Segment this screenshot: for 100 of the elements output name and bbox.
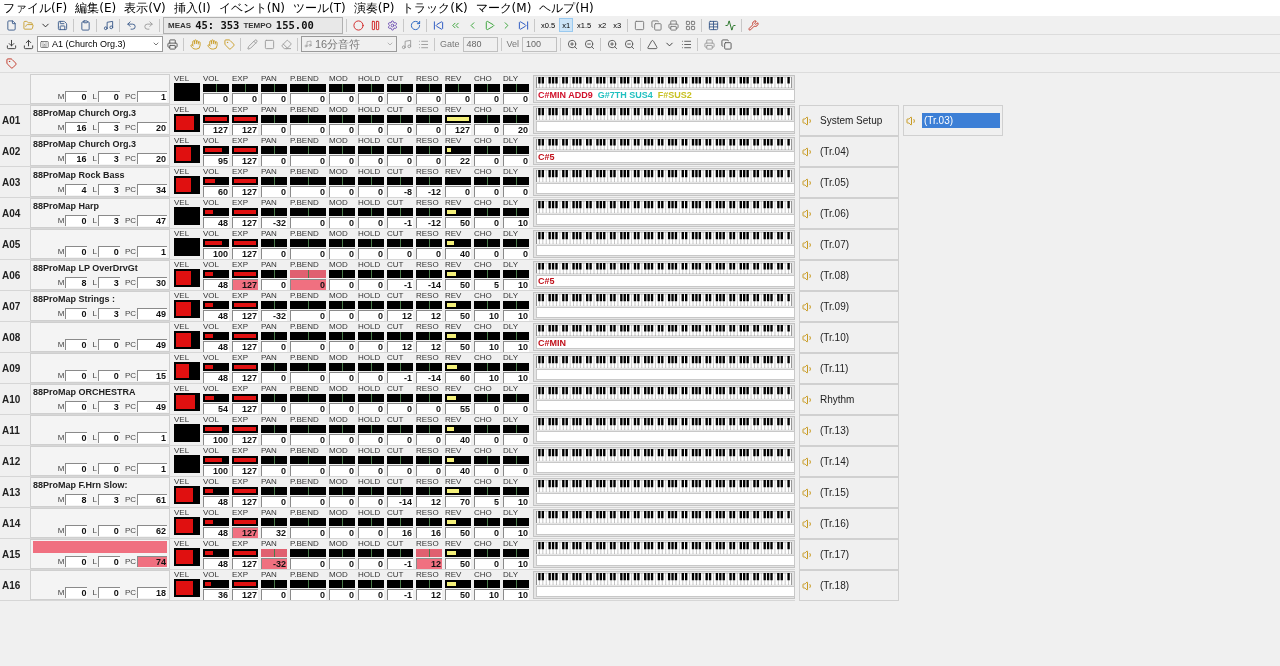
bank-value: 15 bbox=[137, 369, 167, 381]
meter-value: 0 bbox=[503, 93, 529, 104]
meter-label: PAN bbox=[261, 291, 278, 300]
meter-value: 0 bbox=[329, 279, 355, 290]
meter-track bbox=[387, 549, 413, 557]
meter-track bbox=[474, 549, 500, 557]
menu-item[interactable]: 挿入(I) bbox=[173, 0, 211, 17]
meter-track bbox=[387, 518, 413, 526]
track-button[interactable]: (Tr.11) bbox=[799, 353, 899, 384]
bank-label: PC bbox=[124, 153, 136, 163]
meter-label: MOD bbox=[329, 229, 349, 238]
speaker-icon bbox=[802, 145, 814, 158]
meter-track bbox=[261, 580, 287, 588]
meter-value: 12 bbox=[416, 341, 442, 352]
menu-item[interactable]: ヘルプ(H) bbox=[539, 0, 594, 17]
menu-item[interactable]: 演奏(P) bbox=[353, 0, 395, 17]
meter-track bbox=[445, 177, 471, 185]
meter-track bbox=[474, 208, 500, 216]
meter-track bbox=[474, 518, 500, 526]
menu-item[interactable]: マーク(M) bbox=[475, 0, 532, 17]
meter-label: RESO bbox=[416, 322, 440, 331]
port-label: A08 bbox=[1, 331, 22, 343]
track-button[interactable]: (Tr.16) bbox=[799, 508, 899, 539]
record-button[interactable] bbox=[350, 17, 366, 33]
meter-value: 0 bbox=[474, 217, 500, 228]
track-button[interactable]: Rhythm bbox=[799, 384, 899, 415]
bank-label: PC bbox=[124, 122, 136, 132]
track-button[interactable]: (Tr.13) bbox=[799, 415, 899, 446]
track-button[interactable]: (Tr.07) bbox=[799, 229, 899, 260]
copy-button[interactable] bbox=[718, 36, 735, 52]
meter-track bbox=[261, 84, 287, 92]
velocity-meter bbox=[174, 424, 200, 442]
meter-button[interactable] bbox=[722, 17, 739, 33]
bank-value: 3 bbox=[97, 276, 120, 288]
meter-value: 100 bbox=[203, 434, 229, 445]
menu-item[interactable]: ファイル(F) bbox=[3, 0, 68, 17]
meter-value: 127 bbox=[232, 248, 258, 259]
meter-value: 10 bbox=[503, 558, 529, 569]
menu-item[interactable]: イベント(N) bbox=[218, 0, 286, 17]
meter-track bbox=[261, 487, 287, 495]
chord-label: F#SUS2 bbox=[657, 90, 692, 100]
hand-button[interactable] bbox=[187, 36, 203, 52]
menu-item[interactable]: 表示(V) bbox=[124, 0, 166, 17]
track-button[interactable]: (Tr.04) bbox=[799, 136, 899, 167]
track-button[interactable]: (Tr.03) bbox=[903, 105, 1003, 136]
track-button[interactable]: System Setup bbox=[799, 105, 899, 136]
meter-value: 0 bbox=[358, 248, 384, 259]
meter-label: CHO bbox=[474, 198, 493, 207]
menu-item[interactable]: ツール(T) bbox=[293, 0, 346, 17]
printer-button[interactable] bbox=[164, 36, 180, 52]
pencil-button[interactable] bbox=[244, 36, 260, 52]
meter-value: 0 bbox=[503, 186, 529, 197]
meter-label: P.BEND bbox=[290, 291, 320, 300]
copy-button[interactable] bbox=[648, 17, 665, 33]
port-label: A10 bbox=[1, 393, 22, 405]
hand-point-button[interactable] bbox=[204, 36, 220, 52]
meter-label: MOD bbox=[329, 384, 349, 393]
meter-label: MOD bbox=[329, 198, 349, 207]
meter-track bbox=[503, 363, 529, 371]
port-label: A04 bbox=[1, 207, 22, 219]
meter-track bbox=[474, 363, 500, 371]
meter-label: EXP bbox=[232, 198, 249, 207]
meter-track bbox=[358, 363, 384, 371]
wrench-button[interactable] bbox=[745, 17, 762, 33]
instrument-name: 88ProMap Rock Bass bbox=[33, 170, 125, 180]
meter-label: CUT bbox=[387, 508, 405, 517]
print-button[interactable] bbox=[665, 17, 682, 33]
bank-label: PC bbox=[124, 339, 136, 349]
track-button[interactable]: (Tr.05) bbox=[799, 167, 899, 198]
meter-track bbox=[261, 518, 287, 526]
menu-item[interactable]: 編集(E) bbox=[75, 0, 117, 17]
track-button[interactable]: (Tr.17) bbox=[799, 539, 899, 570]
meter-value: 95 bbox=[203, 155, 229, 166]
meter-track bbox=[358, 115, 384, 123]
speaker-icon bbox=[802, 300, 814, 313]
meter-label: VEL bbox=[174, 384, 191, 393]
meter-label: CHO bbox=[474, 260, 493, 269]
bank-label: L bbox=[92, 401, 97, 411]
meter-icon bbox=[724, 19, 736, 31]
track-button[interactable]: (Tr.06) bbox=[799, 198, 899, 229]
meter-track bbox=[474, 332, 500, 340]
meter-value: 0 bbox=[203, 93, 229, 104]
meter-track bbox=[474, 146, 500, 154]
menu-item[interactable]: トラック(K) bbox=[402, 0, 468, 17]
port-select[interactable]: A1 (Church Org.3) bbox=[37, 36, 163, 52]
meter-label: P.BEND bbox=[290, 74, 320, 83]
track-button[interactable]: (Tr.09) bbox=[799, 291, 899, 322]
meter-value: 0 bbox=[416, 434, 442, 445]
track-button[interactable]: (Tr.08) bbox=[799, 260, 899, 291]
track-button[interactable]: (Tr.15) bbox=[799, 477, 899, 508]
track-button[interactable]: (Tr.10) bbox=[799, 322, 899, 353]
meter-label: REV bbox=[445, 229, 463, 238]
meter-track bbox=[416, 363, 442, 371]
meter-value: 0 bbox=[416, 403, 442, 414]
track-button[interactable]: (Tr.18) bbox=[799, 570, 899, 601]
redo-icon bbox=[142, 19, 154, 31]
meter-value: 0 bbox=[290, 341, 326, 352]
track-button[interactable]: (Tr.14) bbox=[799, 446, 899, 477]
meter-label: EXP bbox=[232, 229, 249, 238]
meter-label: CUT bbox=[387, 446, 405, 455]
